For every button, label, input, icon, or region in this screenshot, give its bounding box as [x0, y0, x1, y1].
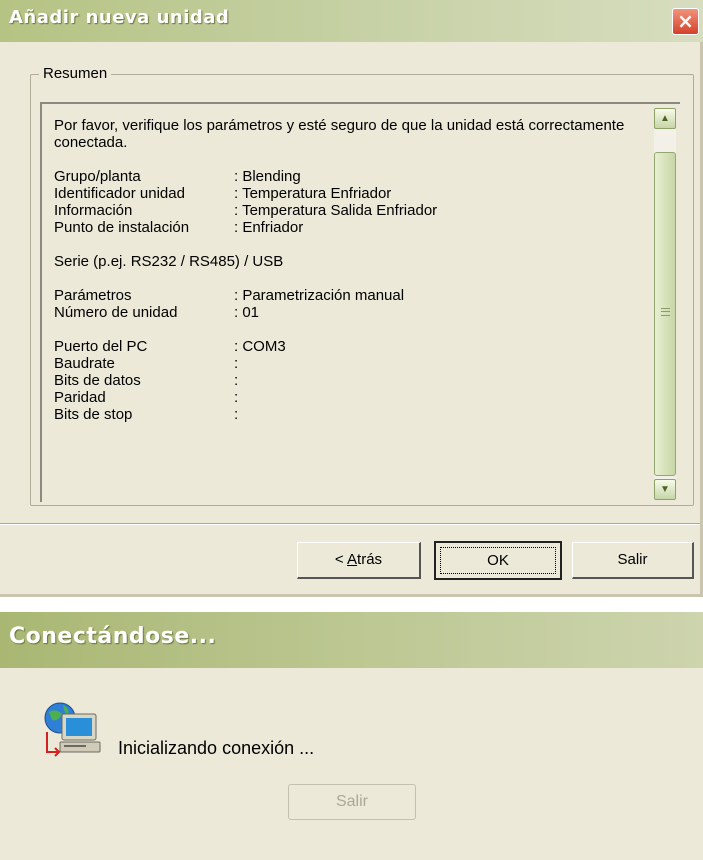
- summary-value: : 01: [234, 304, 260, 321]
- scroll-down-button[interactable]: ▼: [654, 479, 676, 500]
- exit-button[interactable]: Salir: [572, 542, 694, 579]
- summary-key: Puerto del PC: [54, 338, 148, 355]
- summary-value: : Parametrización manual: [234, 287, 405, 304]
- scroll-thumb[interactable]: [654, 152, 676, 476]
- summary-value: :: [234, 372, 239, 389]
- summary-key: Parámetros: [54, 287, 132, 304]
- summary-row: Identificador unidad : Temperatura Enfri…: [54, 185, 644, 202]
- ok-button[interactable]: OK: [434, 541, 562, 580]
- arrow-down-icon: ▼: [660, 484, 670, 495]
- exit-label: Salir: [617, 551, 648, 568]
- back-button[interactable]: < Atrás: [297, 542, 421, 579]
- summary-key: Punto de instalación: [54, 219, 190, 236]
- ok-label: OK: [440, 547, 556, 574]
- summary-value: :: [234, 389, 239, 406]
- group-label: Resumen: [39, 65, 112, 83]
- dialog-title: Conectándose...: [9, 624, 217, 649]
- summary-row: Bits de datos :: [54, 372, 644, 389]
- exit-label: Salir: [335, 793, 368, 810]
- summary-row: Grupo/planta : Blending: [54, 168, 644, 185]
- summary-textbox[interactable]: Por favor, verifique los parámetros y es…: [40, 102, 680, 502]
- status-message: Inicializando conexión ...: [118, 738, 315, 758]
- summary-row: Paridad :: [54, 389, 644, 406]
- serial-line: Serie (p.ej. RS232 / RS485) / USB: [54, 253, 644, 270]
- back-label: trás: [357, 551, 383, 568]
- exit-button-disabled: Salir: [288, 784, 416, 820]
- back-prefix: <: [334, 551, 348, 568]
- footer-divider: [0, 523, 700, 525]
- summary-value: : Temperatura Salida Enfriador: [234, 202, 438, 219]
- summary-value: :: [234, 406, 239, 423]
- grip-icon: [661, 308, 670, 316]
- connecting-dialog: Conectándose... Inicializando conexión .…: [0, 612, 703, 860]
- close-icon: ×: [677, 9, 694, 33]
- summary-value: :: [234, 355, 239, 372]
- summary-key: Bits de stop: [54, 406, 133, 423]
- summary-key: Grupo/planta: [54, 168, 141, 185]
- summary-key: Información: [54, 202, 133, 219]
- summary-row: Información : Temperatura Salida Enfriad…: [54, 202, 644, 219]
- title-bar[interactable]: Añadir nueva unidad ×: [0, 0, 703, 42]
- back-mnemonic: A: [347, 551, 358, 568]
- summary-value: : COM3: [234, 338, 286, 355]
- summary-value: : Enfriador: [234, 219, 304, 236]
- summary-key: Identificador unidad: [54, 185, 185, 202]
- summary-value: : Temperatura Enfriador: [234, 185, 392, 202]
- arrow-up-icon: ▲: [660, 113, 670, 124]
- summary-value: : Blending: [234, 168, 301, 185]
- summary-row: Número de unidad : 01: [54, 304, 644, 321]
- add-unit-dialog: Añadir nueva unidad × Resumen Por favor,…: [0, 0, 703, 597]
- serial-text: Serie (p.ej. RS232 / RS485) / USB: [54, 253, 284, 270]
- title-bar[interactable]: Conectándose...: [0, 612, 703, 668]
- summary-key: Baudrate: [54, 355, 115, 372]
- vertical-scrollbar[interactable]: ▲ ▼: [654, 108, 676, 500]
- summary-row: Baudrate :: [54, 355, 644, 372]
- summary-key: Paridad: [54, 389, 106, 406]
- summary-row: Puerto del PC : COM3: [54, 338, 644, 355]
- summary-row: Parámetros : Parametrización manual: [54, 287, 644, 304]
- summary-content: Por favor, verifique los parámetros y es…: [54, 117, 644, 423]
- summary-key: Bits de datos: [54, 372, 141, 389]
- network-computer-icon: [40, 700, 104, 760]
- intro-text: Por favor, verifique los parámetros y es…: [54, 117, 625, 151]
- scroll-up-button[interactable]: ▲: [654, 108, 676, 129]
- dialog-title: Añadir nueva unidad: [9, 7, 230, 28]
- summary-key: Número de unidad: [54, 304, 178, 321]
- close-button[interactable]: ×: [672, 8, 699, 35]
- summary-row: Bits de stop :: [54, 406, 644, 423]
- summary-row: Punto de instalación : Enfriador: [54, 219, 644, 236]
